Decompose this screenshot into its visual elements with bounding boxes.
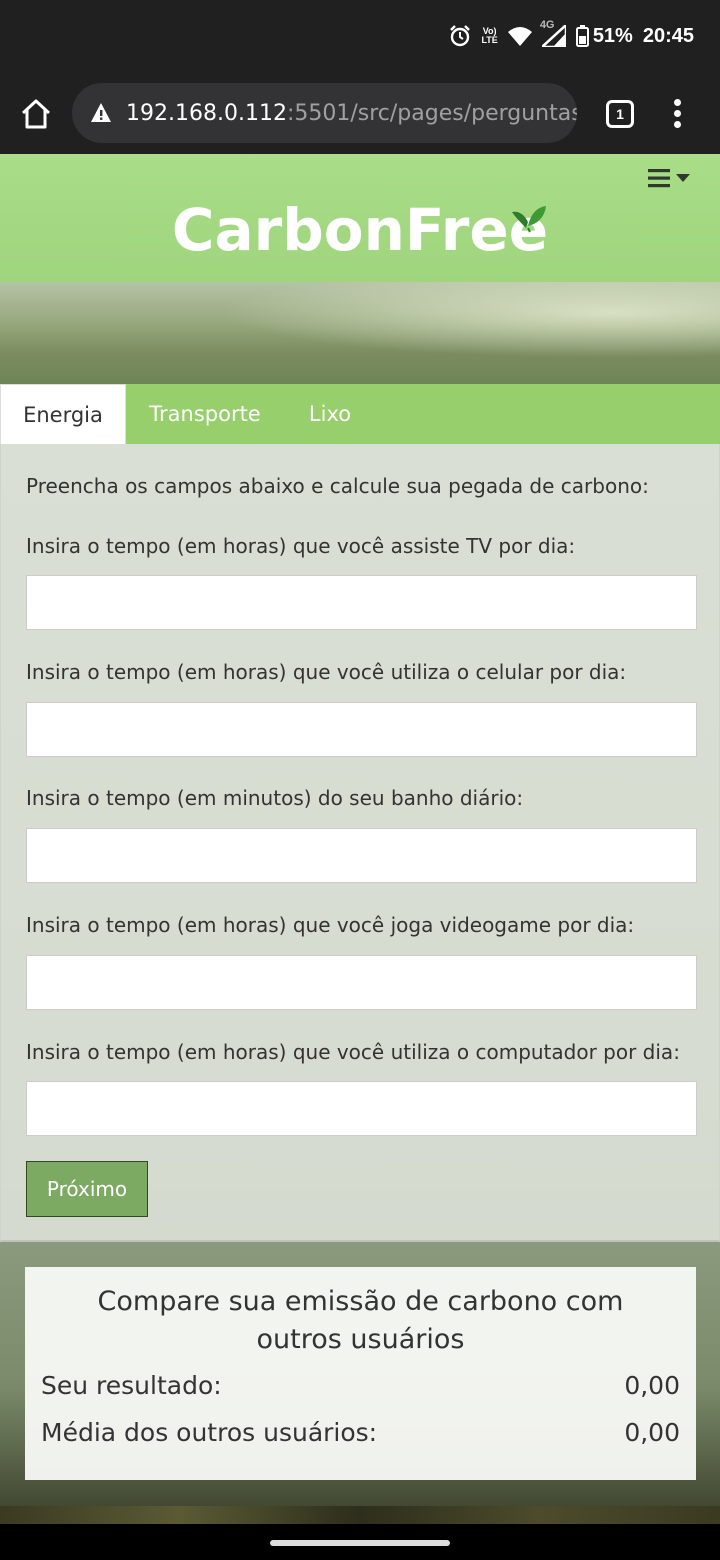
tv-hours-input[interactable] (26, 575, 697, 630)
leaf-icon (512, 206, 546, 233)
average-value: 0,00 (624, 1418, 680, 1447)
signal-4g-icon: 4G (540, 19, 566, 47)
computer-hours-input[interactable] (26, 1081, 697, 1136)
next-button[interactable]: Próximo (26, 1161, 148, 1217)
hamburger-icon (648, 169, 670, 188)
footer-forest-strip (0, 1506, 720, 1524)
tab-switcher-button[interactable]: 1 (606, 100, 634, 128)
videogame-hours-input[interactable] (26, 955, 697, 1010)
your-result-label: Seu resultado: (41, 1371, 222, 1400)
overflow-menu-icon[interactable] (674, 99, 684, 129)
tab-transporte[interactable]: Transporte (136, 384, 274, 444)
comparison-title: Compare sua emissão de carbono com outro… (97, 1286, 624, 1355)
energy-form-panel: Preencha os campos abaixo e calcule sua … (0, 444, 720, 1242)
site-header: CarbonFree (0, 154, 720, 282)
status-icons: Vo) LTE 4G 51% 20:45 (449, 19, 694, 50)
nav-menu-toggle[interactable] (648, 166, 698, 190)
clock: 20:45 (642, 24, 694, 47)
home-gesture-bar[interactable] (270, 1540, 450, 1546)
web-page: CarbonFree Energia Transporte Lixo Preen… (0, 154, 720, 1524)
caret-down-icon (676, 174, 690, 182)
your-result-value: 0,00 (624, 1371, 680, 1400)
battery-percent: 51% (592, 24, 633, 47)
tab-energia[interactable]: Energia (0, 384, 126, 444)
site-logo: CarbonFree (171, 196, 549, 264)
shower-minutes-input[interactable] (26, 828, 697, 883)
address-bar[interactable]: 192.168.0.112:5501/src/pages/perguntas (72, 83, 577, 143)
battery-icon (575, 25, 589, 47)
phone-hours-label: Insira o tempo (em horas) que você utili… (26, 660, 627, 684)
tab-lixo[interactable]: Lixo (296, 384, 364, 444)
status-bar: Vo) LTE 4G 51% 20:45 (0, 0, 720, 72)
forest-banner (0, 282, 720, 384)
system-nav-bar (0, 1524, 720, 1560)
url-text: 192.168.0.112:5501/src/pages/perguntas (126, 100, 577, 126)
comparison-card: Compare sua emissão de carbono com outro… (25, 1267, 696, 1480)
phone-hours-input[interactable] (26, 702, 697, 757)
volte-icon: Vo) LTE (481, 26, 498, 45)
warning-icon (91, 103, 111, 122)
average-label: Média dos outros usuários: (41, 1418, 378, 1447)
shower-minutes-label: Insira o tempo (em minutos) do seu banho… (26, 786, 524, 810)
home-icon[interactable] (18, 96, 54, 132)
tv-hours-label: Insira o tempo (em horas) que você assis… (26, 534, 576, 558)
wifi-icon (507, 26, 532, 46)
form-intro: Preencha os campos abaixo e calcule sua … (26, 474, 649, 498)
category-tabs: Energia Transporte Lixo (0, 384, 720, 444)
computer-hours-label: Insira o tempo (em horas) que você utili… (26, 1040, 680, 1064)
videogame-hours-label: Insira o tempo (em horas) que você joga … (26, 913, 635, 937)
alarm-icon (449, 25, 471, 47)
